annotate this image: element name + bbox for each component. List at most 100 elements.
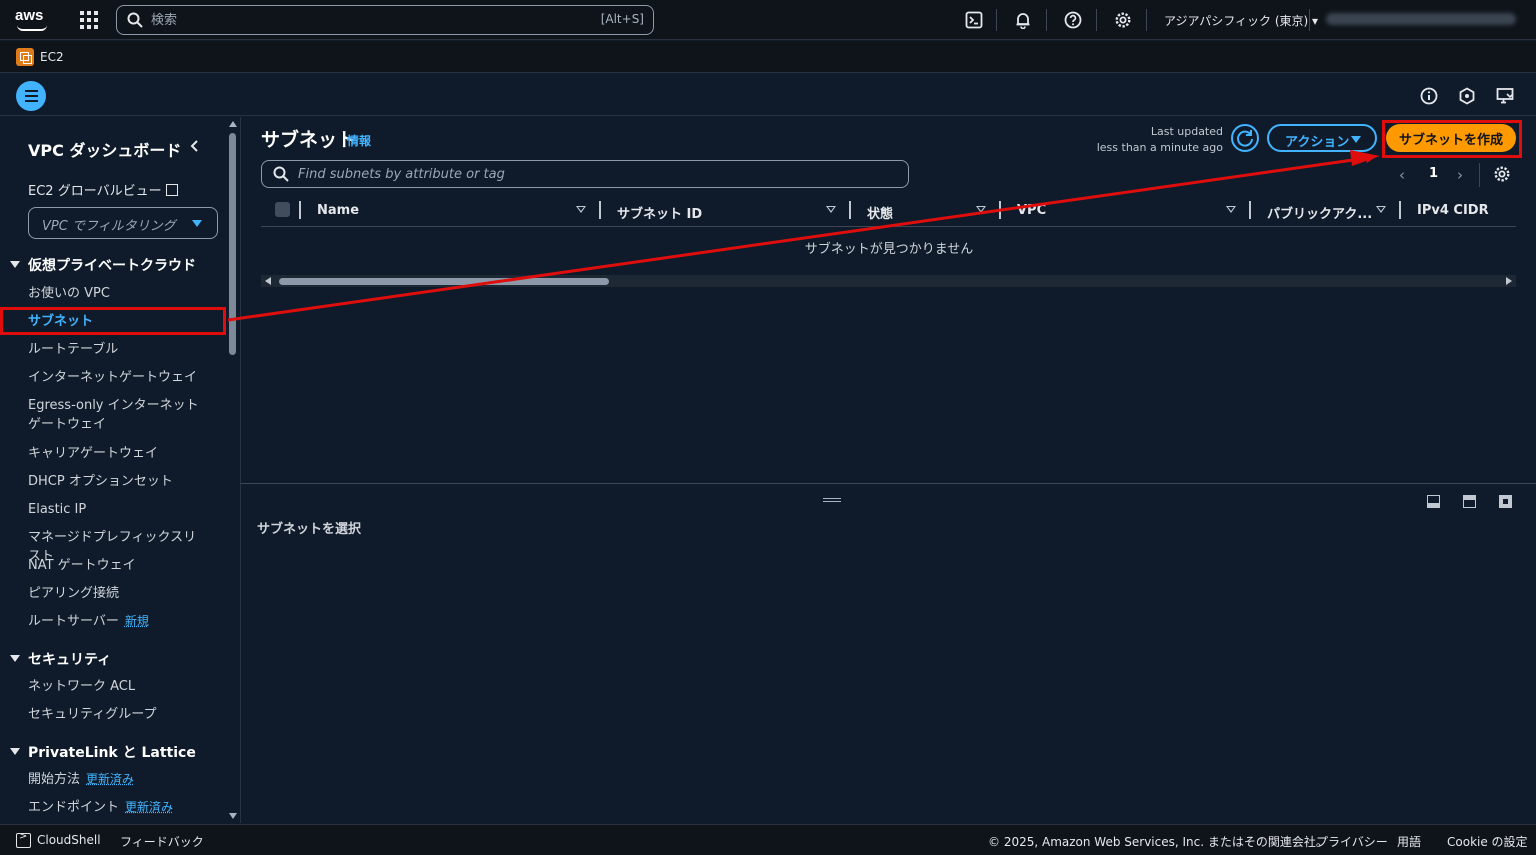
- global-view-label: EC2 グローバルビュー: [28, 184, 162, 199]
- sidebar-item-getting-started[interactable]: 開始方法 更新済み: [28, 770, 208, 789]
- menu-icon[interactable]: [16, 81, 46, 111]
- subnet-filter-input[interactable]: [298, 165, 878, 183]
- panel-side-icon[interactable]: [1463, 495, 1476, 508]
- subnet-filter[interactable]: [261, 160, 909, 188]
- search-input[interactable]: [151, 10, 571, 30]
- sort-icon[interactable]: [826, 206, 836, 213]
- annotation-highlight-create: [1382, 120, 1522, 158]
- section-security[interactable]: セキュリティ: [10, 649, 111, 669]
- external-link-icon: [165, 184, 178, 196]
- sidebar-item-route-tables[interactable]: ルートテーブル: [28, 340, 208, 359]
- column-header-vpc[interactable]: VPC: [1017, 203, 1046, 218]
- caret-down-icon: [10, 261, 20, 268]
- gear-icon[interactable]: [1113, 10, 1133, 30]
- footer-cookie-link[interactable]: Cookie の設定: [1447, 833, 1528, 850]
- footer-privacy-link[interactable]: プライバシー: [1316, 833, 1388, 850]
- getting-started-label: 開始方法: [28, 772, 81, 787]
- sidebar-item-dhcp-option-sets[interactable]: DHCP オプションセット: [28, 472, 208, 491]
- annotation-highlight-subnets: [0, 307, 226, 335]
- aws-logo-text: aws: [15, 7, 44, 24]
- caret-down-icon: [10, 748, 20, 755]
- updated-badge: 更新済み: [125, 800, 174, 814]
- chevron-left-icon[interactable]: [188, 139, 202, 153]
- sort-icon[interactable]: [976, 206, 986, 213]
- sidebar-item-your-vpcs[interactable]: お使いの VPC: [28, 284, 208, 303]
- resize-handle[interactable]: [823, 498, 841, 502]
- section-vpc-title: 仮想プライベートクラウド: [28, 258, 196, 274]
- section-privatelink[interactable]: PrivateLink と Lattice: [10, 742, 196, 762]
- cloudshell-icon[interactable]: [964, 10, 984, 30]
- service-favorite-ec2[interactable]: EC2: [40, 50, 64, 64]
- sidebar-item-endpoints[interactable]: エンドポイント 更新済み: [28, 798, 208, 817]
- sort-icon[interactable]: [1226, 206, 1236, 213]
- gear-icon[interactable]: [1493, 165, 1511, 183]
- panel-bottom-icon[interactable]: [1427, 495, 1440, 508]
- hexagon-icon[interactable]: [1457, 86, 1477, 106]
- footer-feedback-link[interactable]: フィードバック: [120, 833, 204, 850]
- sidebar-item-network-acls[interactable]: ネットワーク ACL: [28, 677, 208, 696]
- sort-icon[interactable]: [1376, 206, 1386, 213]
- section-vpc[interactable]: 仮想プライベートクラウド: [10, 255, 196, 275]
- panel-full-icon[interactable]: [1499, 495, 1512, 508]
- page-number[interactable]: 1: [1429, 166, 1438, 181]
- new-badge: 新規: [124, 614, 149, 628]
- updated-badge: 更新済み: [86, 772, 135, 786]
- sidebar-item-egress-only-igw[interactable]: Egress-only インターネットゲートウェイ: [28, 396, 208, 434]
- last-updated-label: Last updated: [1150, 125, 1223, 138]
- sidebar-item-peering-connections[interactable]: ピアリング接続: [28, 584, 208, 603]
- footer-terms-link[interactable]: 用語: [1397, 833, 1421, 850]
- actions-button[interactable]: アクション: [1267, 124, 1377, 152]
- sidebar-title[interactable]: VPC ダッシュボード: [28, 137, 181, 161]
- sidebar-item-internet-gateways[interactable]: インターネットゲートウェイ: [28, 368, 208, 387]
- section-privatelink-title: PrivateLink と Lattice: [28, 745, 196, 761]
- sidebar-scrollbar[interactable]: [226, 117, 240, 823]
- page-title: サブネット: [261, 129, 357, 151]
- chevron-left-icon[interactable]: ‹: [1399, 166, 1405, 184]
- chevron-right-icon[interactable]: ›: [1457, 166, 1463, 184]
- sort-icon[interactable]: [576, 206, 586, 213]
- column-header-subnet-id[interactable]: サブネット ID: [617, 203, 702, 222]
- column-header-public-access[interactable]: パブリックアク...: [1267, 203, 1372, 222]
- bell-icon[interactable]: [1013, 10, 1033, 30]
- console-toolbar: [0, 74, 1536, 116]
- sidebar-item-security-groups[interactable]: セキュリティグループ: [28, 705, 208, 724]
- section-security-title: セキュリティ: [28, 652, 112, 668]
- footer-cloudshell-link[interactable]: CloudShell: [37, 833, 101, 847]
- subnets-table-container: サブネット 情報 Last updated less than a minute…: [240, 117, 1536, 483]
- aws-logo[interactable]: aws: [15, 7, 51, 33]
- endpoints-label: エンドポイント: [28, 800, 120, 815]
- table-header: Name サブネット ID 状態 VPC パブリックアク... IPv4 CID…: [261, 199, 1516, 227]
- column-header-name[interactable]: Name: [317, 203, 359, 218]
- empty-table-message: サブネットが見つかりません: [804, 242, 974, 257]
- select-all-checkbox[interactable]: [275, 202, 290, 217]
- last-updated-value: less than a minute ago: [1096, 141, 1223, 154]
- info-icon[interactable]: [1419, 86, 1439, 106]
- top-navigation-bar: aws [Alt+S] アジアパシフィック (東京) ▾: [0, 0, 1536, 40]
- footer-copyright: © 2025, Amazon Web Services, Inc. またはその関…: [988, 835, 1328, 849]
- help-icon[interactable]: [1063, 10, 1083, 30]
- column-header-state[interactable]: 状態: [867, 203, 893, 222]
- account-menu[interactable]: [1326, 13, 1516, 25]
- sidebar-item-route-servers[interactable]: ルートサーバー 新規: [28, 612, 208, 631]
- sidebar-global-view-link[interactable]: EC2 グローバルビュー: [28, 180, 178, 199]
- services-grid-icon[interactable]: [80, 11, 98, 29]
- split-panel: サブネットを選択: [240, 483, 1536, 823]
- region-selector[interactable]: アジアパシフィック (東京) ▾: [1164, 12, 1318, 29]
- vpc-filter-select[interactable]: VPC でフィルタリング: [28, 207, 218, 239]
- sidebar-item-nat-gateways[interactable]: NAT ゲートウェイ: [28, 556, 208, 575]
- sidebar-item-elastic-ip[interactable]: Elastic IP: [28, 500, 208, 519]
- search-icon: [273, 166, 289, 182]
- table-horizontal-scrollbar[interactable]: [261, 275, 1516, 287]
- actions-label: アクション: [1285, 134, 1350, 150]
- ec2-service-icon[interactable]: [16, 48, 34, 66]
- tutorial-panel-icon[interactable]: [1495, 86, 1515, 106]
- global-search[interactable]: [Alt+S]: [116, 5, 654, 35]
- vpc-filter-placeholder: VPC でフィルタリング: [42, 219, 176, 234]
- sidebar-item-carrier-gateways[interactable]: キャリアゲートウェイ: [28, 444, 208, 463]
- refresh-button[interactable]: [1231, 124, 1259, 152]
- cloudshell-icon[interactable]: [16, 831, 31, 848]
- last-updated-text: Last updated less than a minute ago: [1071, 124, 1223, 156]
- column-header-ipv4-cidr[interactable]: IPv4 CIDR: [1417, 203, 1489, 218]
- refresh-icon: [1237, 130, 1253, 147]
- info-link[interactable]: 情報: [347, 132, 371, 149]
